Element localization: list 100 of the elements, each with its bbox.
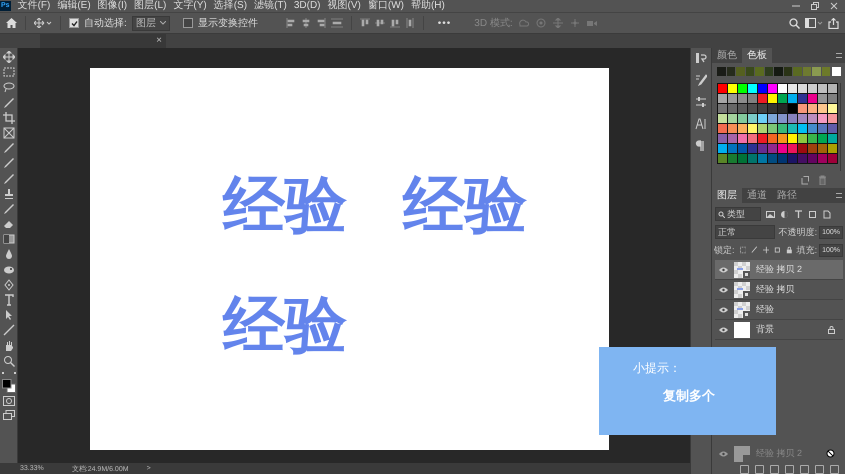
swatch[interactable] [718,134,727,143]
swatch[interactable] [788,104,797,113]
swatch[interactable] [778,104,787,113]
swatch[interactable] [812,67,821,76]
swatch[interactable] [718,114,727,123]
swatch[interactable] [718,104,727,113]
swatch[interactable] [818,134,827,143]
quick-mask-icon[interactable] [2,396,14,406]
swatch[interactable] [822,67,830,76]
swatch[interactable] [808,114,817,123]
swatch[interactable] [748,134,757,143]
panel-tab[interactable]: 通道 [742,188,772,203]
swatch[interactable] [768,154,777,163]
smart-filter-icon[interactable] [822,210,831,218]
swatch[interactable] [758,134,767,143]
swatch[interactable] [728,94,737,103]
adjust-filter-icon[interactable] [780,210,789,218]
move-tool-icon[interactable] [34,18,52,28]
checker-icon[interactable] [740,246,746,254]
swatch[interactable] [758,144,767,153]
swatch[interactable] [758,104,767,113]
crop-tool-icon[interactable] [2,112,14,124]
checkbox[interactable] [182,18,193,28]
swatch[interactable] [768,94,777,103]
menu-item[interactable]: 3D(D) [294,0,321,12]
pen-tool-icon[interactable] [2,278,14,291]
move-tool-icon[interactable] [2,51,14,63]
align-icon[interactable] [360,18,370,28]
search-icon[interactable] [789,18,800,28]
swatch[interactable] [798,114,807,123]
blend-mode-dropdown[interactable]: 正常 [715,225,775,239]
workspace-icon[interactable] [805,18,823,28]
swatch[interactable] [828,134,837,143]
swatch[interactable] [778,94,787,103]
swatch[interactable] [778,114,787,123]
swatch[interactable] [818,144,827,153]
panel-tab[interactable]: 图层 [712,188,742,203]
swatch[interactable] [758,114,767,123]
character-icon[interactable] [695,118,707,130]
screen-mode-icon[interactable] [2,410,14,420]
swatch[interactable] [748,154,757,163]
swatch[interactable] [778,124,787,133]
swatch[interactable] [768,124,777,133]
eye-icon[interactable] [719,326,728,332]
3d-slide-icon[interactable] [568,18,581,28]
panel-tab[interactable]: 路径 [772,188,802,203]
dodge-tool-icon[interactable] [2,264,14,276]
swatch[interactable] [788,144,797,153]
swatch[interactable] [726,67,736,76]
align-icon[interactable] [300,18,311,28]
swatch[interactable] [798,134,807,143]
filter-dropdown[interactable]: 类型 [715,207,761,221]
swatch[interactable] [788,124,797,133]
more-button[interactable]: ••• [438,18,452,28]
layer-row[interactable]: 经验 拷贝 2 [715,260,843,280]
swatch[interactable] [808,124,817,133]
swatch[interactable] [798,94,807,103]
swatch[interactable] [793,67,802,76]
menu-item[interactable]: 滤镜(T) [254,0,287,12]
swatch[interactable] [802,67,812,76]
swatch[interactable] [748,104,757,113]
align-icon[interactable] [390,18,400,28]
adjustments-icon[interactable] [695,96,707,108]
swatch[interactable] [798,124,807,133]
swatch[interactable] [738,104,747,113]
swatch[interactable] [818,84,827,93]
swatch[interactable] [717,67,726,76]
target-dropdown[interactable]: 图层 [132,16,170,30]
eye-icon[interactable] [719,266,728,272]
swatch[interactable] [748,124,757,133]
eye-icon[interactable] [719,306,728,312]
swatch[interactable] [718,124,727,133]
swatch[interactable] [818,114,827,123]
swatch[interactable] [808,144,817,153]
zoom-tool-icon[interactable] [2,354,14,367]
close-icon[interactable] [829,2,839,10]
swatch[interactable] [788,114,797,123]
stamp-tool-icon[interactable] [2,188,14,200]
swatch[interactable] [758,84,767,93]
3d-roll-icon[interactable] [534,18,547,28]
swatch[interactable] [758,154,767,163]
swatch[interactable] [828,154,837,163]
swatch[interactable] [718,144,727,153]
swatch[interactable] [818,104,827,113]
move-icon[interactable] [762,246,770,254]
swatch[interactable] [798,84,807,93]
lock-icon[interactable] [786,246,793,254]
menu-item[interactable]: 视图(V) [328,0,361,12]
menu-item[interactable]: 帮助(H) [410,0,445,12]
eraser-tool-icon[interactable] [2,218,14,230]
swatch[interactable] [788,154,797,163]
swatch[interactable] [738,144,747,153]
swatch[interactable] [718,154,727,163]
swatch[interactable] [832,67,841,76]
swatch[interactable] [828,114,837,123]
align-icon[interactable] [374,18,385,28]
swatch[interactable] [778,134,787,143]
history-icon[interactable] [695,52,707,64]
3d-orbit-icon[interactable] [518,18,530,28]
document-tab[interactable]: × [40,34,166,48]
